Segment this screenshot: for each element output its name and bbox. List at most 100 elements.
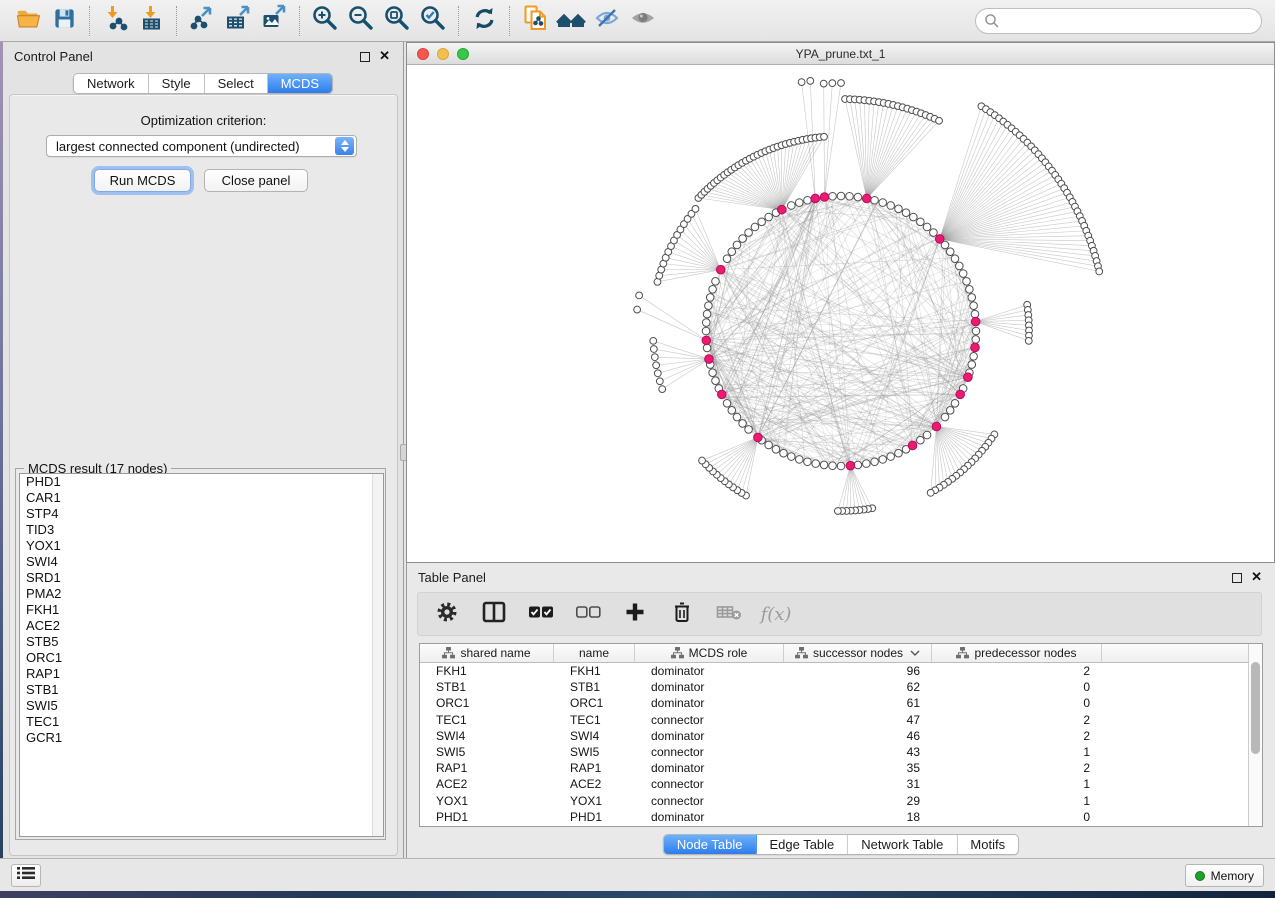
graph-node[interactable] xyxy=(651,354,658,361)
graph-node[interactable] xyxy=(765,213,773,221)
close-panel-icon[interactable]: ✕ xyxy=(1251,569,1262,585)
column-header-successor-nodes[interactable]: successor nodes xyxy=(784,644,932,662)
graph-node[interactable] xyxy=(1025,337,1032,344)
graph-node[interactable] xyxy=(971,310,979,318)
graph-node[interactable] xyxy=(927,489,934,496)
mcds-result-list[interactable]: PHD1CAR1STP4TID3YOX1SWI4SRD1PMA2FKH1ACE2… xyxy=(19,473,384,837)
graph-node[interactable] xyxy=(972,327,980,335)
graph-node[interactable] xyxy=(739,235,747,243)
graph-node[interactable] xyxy=(968,361,976,369)
graph-node[interactable] xyxy=(936,117,943,124)
graph-node[interactable] xyxy=(653,362,660,369)
mcds-node[interactable] xyxy=(908,441,917,450)
graph-node[interactable] xyxy=(772,446,780,454)
graph-node[interactable] xyxy=(739,420,747,428)
mcds-result-item[interactable]: CAR1 xyxy=(20,490,383,506)
table-row[interactable]: ACE2ACE2connector311 xyxy=(420,776,1249,792)
mcds-result-item[interactable]: PHD1 xyxy=(20,474,383,490)
mcds-node[interactable] xyxy=(705,355,714,364)
graph-node[interactable] xyxy=(871,196,879,204)
table-row[interactable]: YOX1YOX1connector291 xyxy=(420,793,1249,809)
graph-node[interactable] xyxy=(959,270,967,278)
mcds-node[interactable] xyxy=(820,193,829,202)
graph-node[interactable] xyxy=(854,193,862,201)
graph-node[interactable] xyxy=(703,310,711,318)
mcds-result-item[interactable]: STB1 xyxy=(20,682,383,698)
graph-node[interactable] xyxy=(879,199,887,207)
close-panel-button[interactable]: Close panel xyxy=(204,169,308,192)
graph-node[interactable] xyxy=(723,255,731,263)
save-session-button[interactable] xyxy=(46,4,82,38)
mcds-result-item[interactable]: YOX1 xyxy=(20,538,383,554)
graph-node[interactable] xyxy=(812,460,820,468)
zoom-fit-button[interactable] xyxy=(379,4,415,38)
mcds-list-scrollbar[interactable] xyxy=(372,474,383,836)
mcds-node[interactable] xyxy=(971,317,980,326)
mcds-result-item[interactable]: SRD1 xyxy=(20,570,383,586)
graph-node[interactable] xyxy=(917,436,925,444)
graph-node[interactable] xyxy=(910,213,918,221)
graph-node[interactable] xyxy=(820,80,827,87)
mcds-result-item[interactable]: STP4 xyxy=(20,506,383,522)
mcds-node[interactable] xyxy=(702,336,711,345)
show-graphics-details-button[interactable] xyxy=(625,4,661,38)
table-row[interactable]: SWI4SWI4dominator462 xyxy=(420,728,1249,744)
mcds-result-item[interactable]: STB5 xyxy=(20,634,383,650)
select-all-checkboxes-button[interactable] xyxy=(526,599,556,629)
graph-node[interactable] xyxy=(765,441,773,449)
mcds-node[interactable] xyxy=(862,194,871,203)
graph-node[interactable] xyxy=(968,294,976,302)
graph-node[interactable] xyxy=(895,449,903,457)
graph-node[interactable] xyxy=(702,319,710,327)
graph-node[interactable] xyxy=(702,327,710,335)
table-row[interactable]: ORC1ORC1dominator610 xyxy=(420,695,1249,711)
tab-edge-table[interactable]: Edge Table xyxy=(756,835,848,854)
open-session-button[interactable] xyxy=(10,4,46,38)
graph-node[interactable] xyxy=(745,229,753,237)
graph-node[interactable] xyxy=(829,192,837,200)
export-image-button[interactable] xyxy=(256,4,292,38)
mcds-result-item[interactable]: ORC1 xyxy=(20,650,383,666)
mcds-result-item[interactable]: TID3 xyxy=(20,522,383,538)
clone-network-button[interactable] xyxy=(517,4,553,38)
graph-node[interactable] xyxy=(846,192,854,200)
mcds-node[interactable] xyxy=(811,194,820,203)
graph-node[interactable] xyxy=(902,209,910,217)
graph-node[interactable] xyxy=(862,460,870,468)
graph-node[interactable] xyxy=(821,133,828,140)
mcds-result-item[interactable]: FKH1 xyxy=(20,602,383,618)
graph-node[interactable] xyxy=(650,346,657,353)
export-table-button[interactable] xyxy=(220,4,256,38)
graph-node[interactable] xyxy=(733,413,741,421)
mcds-node[interactable] xyxy=(971,343,980,352)
tab-network[interactable]: Network xyxy=(74,74,149,93)
graph-node[interactable] xyxy=(837,192,845,200)
function-builder-button[interactable]: f(x) xyxy=(761,599,791,629)
graph-node[interactable] xyxy=(712,278,720,286)
mcds-result-item[interactable]: SWI4 xyxy=(20,554,383,570)
zoom-out-button[interactable] xyxy=(343,4,379,38)
column-header-predecessor-nodes[interactable]: predecessor nodes xyxy=(932,644,1102,662)
optimization-criterion-select[interactable]: largest connected component (undirected) xyxy=(46,135,357,157)
graph-node[interactable] xyxy=(798,79,805,86)
graph-node[interactable] xyxy=(834,508,841,515)
zoom-selected-button[interactable] xyxy=(415,4,451,38)
graph-node[interactable] xyxy=(795,199,803,207)
mcds-node[interactable] xyxy=(935,235,944,244)
mcds-node[interactable] xyxy=(778,205,787,214)
mcds-node[interactable] xyxy=(846,461,855,470)
delete-column-button[interactable] xyxy=(667,599,697,629)
graph-node[interactable] xyxy=(829,462,837,470)
graph-node[interactable] xyxy=(709,369,717,377)
graph-node[interactable] xyxy=(946,407,954,415)
graph-node[interactable] xyxy=(804,196,812,204)
graph-node[interactable] xyxy=(699,457,706,464)
search-input[interactable] xyxy=(975,8,1262,34)
graph-node[interactable] xyxy=(654,370,661,377)
status-list-button[interactable] xyxy=(11,864,41,887)
tab-node-table[interactable]: Node Table xyxy=(664,835,757,854)
graph-node[interactable] xyxy=(706,294,714,302)
graph-node[interactable] xyxy=(634,306,641,313)
graph-node[interactable] xyxy=(751,223,759,231)
column-header-name[interactable]: name xyxy=(554,644,635,662)
